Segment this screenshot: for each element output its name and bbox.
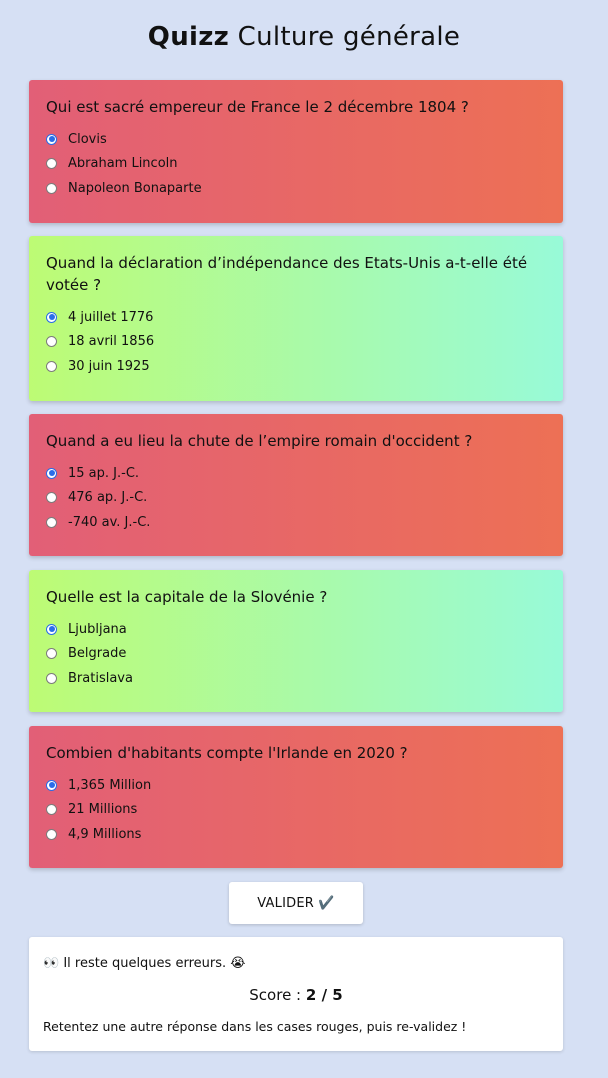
answer-option[interactable]: Bratislava [46, 666, 546, 691]
question-text: Quand a eu lieu la chute de l’empire rom… [46, 432, 473, 450]
page-title: Quizz Culture générale [0, 0, 608, 58]
question-card-5: Combien d'habitants compte l'Irlande en … [29, 726, 563, 868]
question-text: Quand la déclaration d’indépendance des … [46, 254, 528, 294]
radio-button-selected[interactable] [46, 311, 57, 323]
score-value: 2 / 5 [305, 986, 343, 1004]
answer-option[interactable]: 18 avril 1856 [46, 330, 546, 355]
score-display: Score : 2 / 5 [43, 986, 549, 1006]
answer-label: 15 ap. J.-C. [68, 465, 140, 481]
score-label: Score : [249, 986, 302, 1004]
question-card-4: Quelle est la capitale de la Slovénie ? … [29, 570, 563, 712]
title-rest: Culture générale [237, 22, 461, 52]
answer-option[interactable]: 1,365 Million [46, 773, 546, 798]
radio-button[interactable] [46, 516, 57, 528]
radio-button-selected[interactable] [46, 623, 57, 635]
answer-label: 4,9 Millions [68, 826, 142, 842]
answer-option[interactable]: 4 juillet 1776 [46, 305, 546, 330]
answer-label: 1,365 Million [68, 777, 152, 793]
answer-label: 30 juin 1925 [68, 358, 150, 374]
question-text: Quelle est la capitale de la Slovénie ? [46, 588, 328, 606]
answer-label: Bratislava [68, 670, 133, 686]
radio-button[interactable] [46, 672, 57, 684]
answer-option[interactable]: Clovis [46, 127, 546, 152]
answer-label: 21 Millions [68, 802, 138, 818]
radio-button[interactable] [46, 336, 57, 348]
validate-button[interactable]: VALIDER ✔️ [229, 882, 363, 924]
answer-label: 18 avril 1856 [68, 334, 155, 350]
answer-label: Napoleon Bonaparte [68, 180, 202, 196]
answer-label: Clovis [68, 131, 107, 147]
question-text: Combien d'habitants compte l'Irlande en … [46, 744, 408, 762]
radio-button[interactable] [46, 158, 57, 170]
answer-option[interactable]: 21 Millions [46, 798, 546, 823]
question-card-3: Quand a eu lieu la chute de l’empire rom… [29, 414, 563, 556]
answer-option[interactable]: 4,9 Millions [46, 822, 546, 847]
answer-option[interactable]: Abraham Lincoln [46, 152, 546, 177]
question-card-1: Qui est sacré empereur de France le 2 dé… [29, 80, 563, 223]
radio-button[interactable] [46, 804, 57, 816]
answer-label: 476 ap. J.-C. [68, 490, 148, 506]
answer-label: Abraham Lincoln [68, 156, 178, 172]
radio-button-selected[interactable] [46, 779, 57, 791]
title-bold: Quizz [147, 22, 230, 52]
result-panel: 👀 Il reste quelques erreurs. 😭 Score : 2… [29, 937, 563, 1051]
answer-option[interactable]: 476 ap. J.-C. [46, 486, 546, 511]
radio-button[interactable] [46, 492, 57, 504]
answer-label: Ljubljana [68, 621, 127, 637]
radio-button[interactable] [46, 828, 57, 840]
question-card-2: Quand la déclaration d’indépendance des … [29, 236, 563, 401]
result-message: 👀 Il reste quelques erreurs. 😭 [43, 955, 246, 971]
answer-option[interactable]: Ljubljana [46, 617, 546, 642]
answer-option[interactable]: Napoleon Bonaparte [46, 176, 546, 201]
radio-button-selected[interactable] [46, 133, 57, 145]
answer-option[interactable]: -740 av. J.-C. [46, 510, 546, 535]
answer-option[interactable]: Belgrade [46, 642, 546, 667]
question-text: Qui est sacré empereur de France le 2 dé… [46, 98, 469, 116]
answer-label: Belgrade [68, 646, 127, 662]
radio-button[interactable] [46, 360, 57, 372]
answer-option[interactable]: 15 ap. J.-C. [46, 461, 546, 486]
radio-button[interactable] [46, 182, 57, 194]
answer-option[interactable]: 30 juin 1925 [46, 354, 546, 379]
answer-label: -740 av. J.-C. [68, 514, 151, 530]
answer-label: 4 juillet 1776 [68, 309, 154, 325]
radio-button[interactable] [46, 648, 57, 660]
result-hint: Retentez une autre réponse dans les case… [43, 1019, 467, 1034]
radio-button-selected[interactable] [46, 467, 57, 479]
